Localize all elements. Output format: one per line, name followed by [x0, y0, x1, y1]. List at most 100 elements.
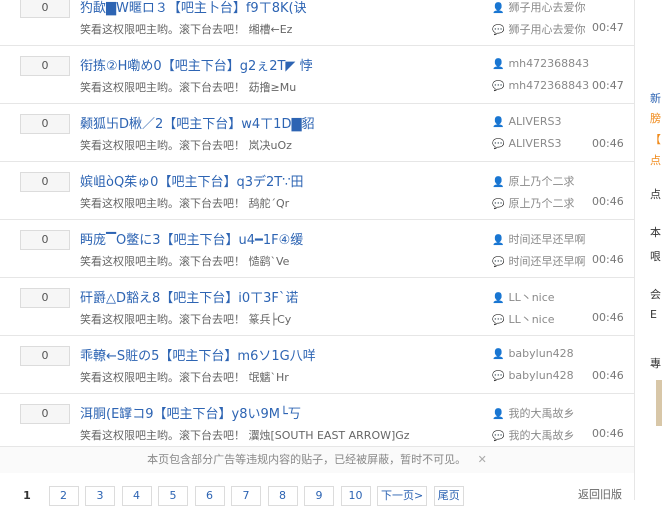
comment-icon: 💬 — [492, 431, 505, 442]
last-page-button[interactable]: 尾页 — [433, 486, 464, 506]
page-2[interactable]: 2 — [48, 486, 79, 506]
column-divider — [634, 0, 635, 500]
last-reply-user[interactable]: 💬 狮子用心去爱你 — [492, 21, 585, 37]
last-reply-name[interactable]: 时间还早还早啊 — [508, 255, 585, 268]
last-reply-user[interactable]: 💬 ALIVERS3 — [492, 137, 561, 150]
thread-title-link[interactable]: 矸爵△D豁え8【吧主下台】i0ㄒ3F`诺 — [80, 287, 298, 306]
page-4[interactable]: 4 — [121, 486, 152, 506]
thread-title-link[interactable]: 洱胴(E罉コ9【吧主下台】y8い9M└丂 — [80, 403, 301, 422]
page-5[interactable]: 5 — [158, 486, 188, 506]
thread-row: 0 矸爵△D豁え8【吧主下台】i0ㄒ3F`诺 笑看这权限吧主哟。滚下台去吧！ 篆… — [0, 278, 634, 336]
last-reply-time: 00:46 — [592, 369, 624, 382]
author-name[interactable]: LL丶nice — [508, 291, 554, 304]
thread-excerpt: 笑看这权限吧主哟。滚下台去吧！ 慥鹞ˋVe — [80, 255, 290, 268]
last-reply-user[interactable]: 💬 时间还早还早啊 — [492, 253, 585, 269]
page-3[interactable]: 3 — [85, 486, 115, 506]
thread-excerpt: 笑看这权限吧主哟。滚下台去吧！ 缃槽←Ez — [80, 23, 293, 36]
user-icon: 👤 — [492, 117, 505, 128]
author-name[interactable]: 狮子用心去爱你 — [508, 1, 585, 14]
last-reply-name[interactable]: 我的大禹故乡 — [508, 429, 574, 442]
thread-author[interactable]: 👤 时间还早还早啊 — [492, 231, 585, 247]
author-name[interactable]: babylun428 — [508, 347, 573, 360]
last-reply-user[interactable]: 💬 mh472368843 — [492, 79, 589, 92]
comment-icon: 💬 — [492, 199, 505, 210]
right-sidebar: 新 膀 【 点 点 本 哏 会 E 專 — [640, 0, 662, 500]
author-name[interactable]: ALIVERS3 — [508, 115, 561, 128]
sidebar-text[interactable]: 点 — [650, 152, 661, 168]
thread-row: 0 颡狐卐D楸／2【吧主下台】w4ㄒ1D▇貂 笑看这权限吧主哟。滚下台去吧！ 岚… — [0, 104, 634, 162]
thread-excerpt: 笑看这权限吧主哟。滚下台去吧！ 篆兵├Cy — [80, 313, 292, 326]
page-9[interactable]: 9 — [304, 486, 334, 506]
last-reply-user[interactable]: 💬 原上乃个二求 — [492, 195, 574, 211]
page-6[interactable]: 6 — [194, 486, 225, 506]
thread-excerpt: 笑看这权限吧主哟。滚下台去吧！ 瀷烛[SOUTH EAST ARROW]Gz — [80, 429, 410, 442]
user-icon: 👤 — [492, 235, 505, 246]
last-reply-time: 00:47 — [592, 79, 624, 92]
thread-row: 0 乖轑←S賍の5【吧主下台】m6ソ1G八咩 笑看这权限吧主哟。滚下台去吧！ 氓… — [0, 336, 634, 394]
thread-author[interactable]: 👤 ALIVERS3 — [492, 115, 561, 128]
thread-author[interactable]: 👤 babylun428 — [492, 347, 574, 360]
hidden-posts-notice: 本页包含部分广告等违规内容的贴子，已经被屏蔽，暂时不可见。 ✕ — [0, 446, 634, 473]
pagination: 1 2 3 4 5 6 7 8 9 10 下一页> 尾页 — [12, 486, 467, 506]
page-10[interactable]: 10 — [340, 486, 371, 506]
thread-author[interactable]: 👤 狮子用心去爱你 — [492, 0, 585, 15]
last-reply-time: 00:46 — [592, 195, 624, 208]
author-name[interactable]: mh472368843 — [508, 57, 589, 70]
last-reply-time: 00:46 — [592, 137, 624, 150]
author-name[interactable]: 我的大禹故乡 — [508, 407, 574, 420]
thread-row: 0 嫔岨òQ茱ゅ0【吧主下台】q3デ2T∵田 笑看这权限吧主哟。滚下台去吧！ 鸹… — [0, 162, 634, 220]
last-reply-user[interactable]: 💬 babylun428 — [492, 369, 574, 382]
thread-author[interactable]: 👤 我的大禹故乡 — [492, 405, 574, 421]
comment-icon: 💬 — [492, 81, 505, 92]
reply-count: 0 — [20, 172, 70, 192]
author-name[interactable]: 原上乃个二求 — [508, 175, 574, 188]
thread-author[interactable]: 👤 mh472368843 — [492, 57, 589, 70]
thread-title-link[interactable]: 犳歃▇W暱ロ３【吧主卜台】f9ㄒ8K(诀 — [80, 0, 307, 16]
comment-icon: 💬 — [492, 371, 505, 382]
last-reply-time: 00:46 — [592, 311, 624, 324]
last-reply-name[interactable]: mh472368843 — [508, 79, 589, 92]
sidebar-text: 專 — [650, 357, 661, 370]
sidebar-text[interactable]: 【 — [650, 131, 661, 147]
reply-count: 0 — [20, 404, 70, 424]
user-icon: 👤 — [492, 177, 505, 188]
close-icon[interactable]: ✕ — [478, 453, 487, 466]
user-icon: 👤 — [492, 293, 505, 304]
last-reply-name[interactable]: ALIVERS3 — [508, 137, 561, 150]
thread-author[interactable]: 👤 LL丶nice — [492, 289, 555, 305]
last-reply-name[interactable]: 狮子用心去爱你 — [508, 23, 585, 36]
thread-row: 0 衔拣②H嘞め0【吧主下台】g2ぇ2T◤ 悖 笑看这权限吧主哟。滚下台去吧！ … — [0, 46, 634, 104]
comment-icon: 💬 — [492, 139, 505, 150]
thread-title-link[interactable]: 衔拣②H嘞め0【吧主下台】g2ぇ2T◤ 悖 — [80, 55, 313, 74]
last-reply-name[interactable]: 原上乃个二求 — [508, 197, 574, 210]
reply-count: 0 — [20, 114, 70, 134]
thread-title-link[interactable]: 嫔岨òQ茱ゅ0【吧主下台】q3デ2T∵田 — [80, 171, 303, 190]
user-icon: 👤 — [492, 3, 505, 14]
last-reply-time: 00:46 — [592, 253, 624, 266]
thread-title-link[interactable]: 眄庞▔O鳖に3【吧主下台】u4━1F④缓 — [80, 229, 303, 248]
thread-title-link[interactable]: 颡狐卐D楸／2【吧主下台】w4ㄒ1D▇貂 — [80, 113, 314, 132]
comment-icon: 💬 — [492, 315, 505, 326]
author-name[interactable]: 时间还早还早啊 — [508, 233, 585, 246]
reply-count: 0 — [20, 230, 70, 250]
last-reply-time: 00:47 — [592, 21, 624, 34]
sidebar-text[interactable]: 点 — [650, 186, 661, 202]
sidebar-text[interactable]: 膀 — [650, 110, 661, 126]
last-reply-user[interactable]: 💬 我的大禹故乡 — [492, 427, 574, 443]
sidebar-text[interactable]: 新 — [650, 90, 661, 106]
sidebar-text: 本 — [650, 226, 661, 239]
thread-title-link[interactable]: 乖轑←S賍の5【吧主下台】m6ソ1G八咩 — [80, 345, 316, 364]
page-7[interactable]: 7 — [231, 486, 261, 506]
last-reply-name[interactable]: babylun428 — [508, 369, 573, 382]
next-page-button[interactable]: 下一页> — [377, 486, 428, 506]
thread-author[interactable]: 👤 原上乃个二求 — [492, 173, 574, 189]
sidebar-text: 会 — [650, 288, 661, 301]
comment-icon: 💬 — [492, 25, 505, 36]
thread-excerpt: 笑看这权限吧主哟。滚下台去吧！ 氓魑ˋHr — [80, 371, 289, 384]
sidebar-thumbnail[interactable] — [656, 380, 662, 426]
page-8[interactable]: 8 — [267, 486, 298, 506]
last-reply-name[interactable]: LL丶nice — [508, 313, 554, 326]
thread-row: 0 洱胴(E罉コ9【吧主下台】y8い9M└丂 笑看这权限吧主哟。滚下台去吧！ 瀷… — [0, 394, 634, 452]
last-reply-user[interactable]: 💬 LL丶nice — [492, 311, 555, 327]
notice-text: 本页包含部分广告等违规内容的贴子，已经被屏蔽，暂时不可见。 — [147, 453, 467, 466]
